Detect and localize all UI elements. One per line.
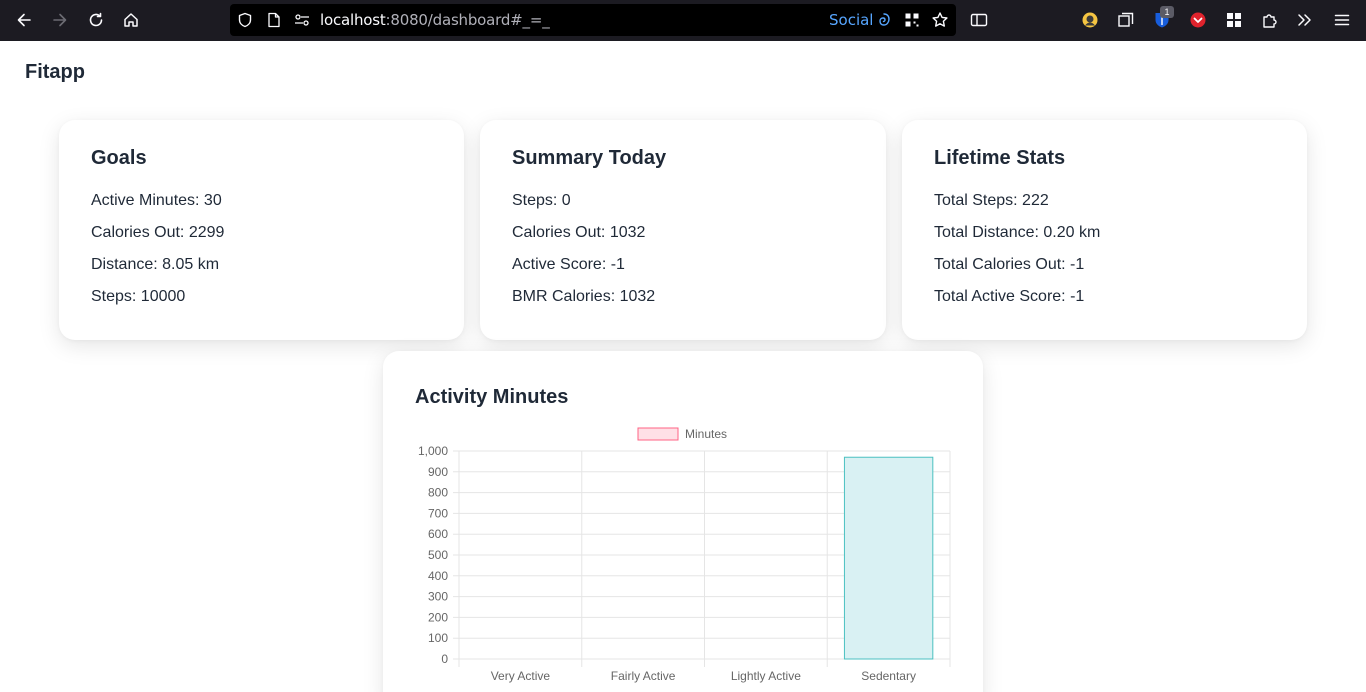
goal-calories-out: Calories Out: 2299: [91, 224, 225, 241]
lifetime-total-steps: Total Steps: 222: [934, 192, 1049, 209]
menu-hamburger-icon[interactable]: [1329, 8, 1355, 32]
y-tick-label: 800: [428, 486, 448, 500]
extension-badge: 1: [1160, 6, 1174, 18]
y-tick-label: 0: [441, 652, 448, 666]
summary-bmr-calories: BMR Calories: 1032: [512, 288, 656, 305]
url-text[interactable]: localhost:8080/dashboard#_=_: [320, 11, 550, 29]
y-tick-label: 100: [428, 631, 448, 645]
app-brand[interactable]: Fitapp: [25, 61, 85, 84]
summary-active-score: Active Score: -1: [512, 256, 625, 273]
url-bar[interactable]: localhost:8080/dashboard#_=_ Social: [230, 4, 956, 36]
y-tick-label: 300: [428, 590, 448, 604]
x-tick-label: Sedentary: [861, 669, 916, 683]
reader-view-icon[interactable]: [966, 8, 992, 32]
y-tick-label: 200: [428, 610, 448, 624]
bar: [843, 456, 934, 660]
y-tick-label: 400: [428, 569, 448, 583]
summary-title: Summary Today: [512, 147, 667, 169]
lifetime-title: Lifetime Stats: [934, 147, 1066, 169]
back-icon[interactable]: [11, 8, 37, 32]
summary-steps: Steps: 0: [512, 192, 571, 209]
lifetime-total-calories: Total Calories Out: -1: [934, 256, 1085, 273]
browser-toolbar: localhost:8080/dashboard#_=_ Social 1: [0, 0, 1366, 41]
goals-title: Goals: [91, 147, 147, 169]
y-tick-label: 900: [428, 465, 448, 479]
y-tick-label: 600: [428, 527, 448, 541]
social-label[interactable]: Social: [829, 11, 873, 29]
goal-distance: Distance: 8.05 km: [91, 256, 220, 273]
overflow-chevrons-icon[interactable]: [1292, 8, 1318, 32]
x-tick-label: Lightly Active: [731, 669, 801, 683]
social-icon[interactable]: [877, 12, 891, 33]
url-host: localhost: [320, 11, 386, 29]
qr-grid-icon[interactable]: [904, 12, 920, 33]
bookmark-star-icon[interactable]: [931, 11, 949, 34]
activity-title: Activity Minutes: [415, 386, 569, 408]
y-tick-label: 500: [428, 548, 448, 562]
page-icon[interactable]: [267, 12, 281, 33]
tab-manager-icon[interactable]: [1113, 8, 1139, 32]
extensions-grid-icon[interactable]: [1221, 8, 1247, 32]
x-tick-label: Very Active: [491, 669, 551, 683]
home-icon[interactable]: [118, 8, 144, 32]
reload-icon[interactable]: [83, 8, 109, 32]
goal-steps: Steps: 10000: [91, 288, 186, 305]
y-tick-label: 1,000: [418, 444, 448, 458]
y-tick-label: 700: [428, 506, 448, 520]
shield-icon[interactable]: [237, 12, 253, 33]
legend-label: Minutes: [685, 427, 727, 441]
lifetime-total-distance: Total Distance: 0.20 km: [934, 224, 1101, 241]
avatar-extension-icon[interactable]: [1077, 8, 1103, 32]
summary-today-card: Summary Today Steps: 0 Calories Out: 103…: [480, 120, 886, 340]
legend-swatch: [637, 427, 679, 441]
x-tick-label: Fairly Active: [611, 669, 676, 683]
goals-card: Goals Active Minutes: 30 Calories Out: 2…: [59, 120, 464, 340]
activity-minutes-chart: Minutes 1,000 900 800 700 600 500 400 300 200 100 0…: [418, 427, 951, 683]
summary-calories-out: Calories Out: 1032: [512, 224, 646, 241]
lifetime-stats-card: Lifetime Stats Total Steps: 222 Total Di…: [902, 120, 1307, 340]
url-path: :8080/dashboard#_=_: [385, 11, 550, 29]
permissions-icon[interactable]: [294, 13, 310, 32]
goal-active-minutes: Active Minutes: 30: [91, 192, 222, 209]
lifetime-total-active-score: Total Active Score: -1: [934, 288, 1085, 305]
forward-icon[interactable]: [47, 8, 73, 32]
puzzle-extensions-icon[interactable]: [1257, 8, 1283, 32]
pocket-icon[interactable]: [1185, 8, 1211, 32]
